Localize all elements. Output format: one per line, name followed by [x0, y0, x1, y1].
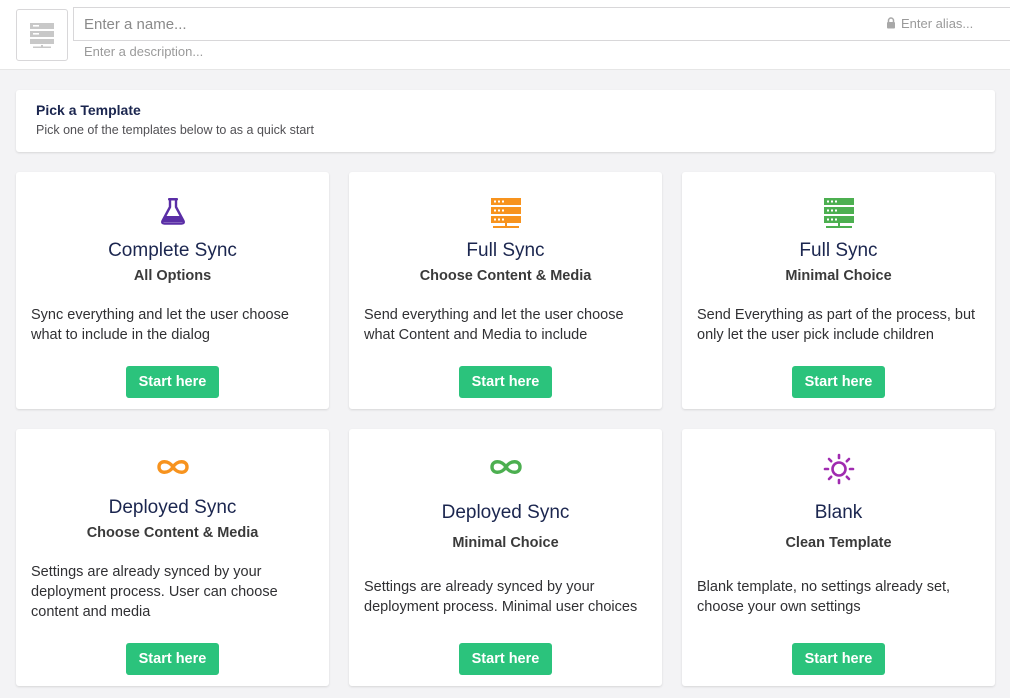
alias-field[interactable]: Enter alias...	[886, 15, 973, 31]
card-title: Full Sync	[799, 240, 878, 261]
card-subtitle: All Options	[133, 268, 212, 284]
card-title: Full Sync	[466, 240, 545, 261]
flask-icon	[160, 198, 185, 225]
panel-subtitle: Pick one of the templates below to as a …	[36, 123, 314, 137]
start-here-button[interactable]: Start here	[792, 366, 885, 398]
lock-icon	[887, 17, 895, 29]
card-subtitle: Clean Template	[785, 535, 892, 551]
start-here-button[interactable]: Start here	[126, 643, 219, 675]
start-here-button[interactable]: Start here	[459, 643, 552, 675]
card-title: Blank	[814, 502, 863, 523]
card-subtitle: Choose Content & Media	[419, 268, 592, 284]
start-here-button[interactable]: Start here	[459, 366, 552, 398]
card-title: Deployed Sync	[108, 497, 237, 518]
infinity-icon	[489, 460, 522, 474]
icon-picker[interactable]	[16, 9, 68, 61]
card-description: Settings are already synced by your depl…	[31, 564, 278, 620]
card-description: Blank template, no settings already set,…	[697, 579, 951, 615]
template-card-deployed-sync-content: Deployed Sync Choose Content & Media Set…	[16, 429, 329, 686]
card-subtitle: Minimal Choice	[785, 268, 892, 284]
alias-placeholder: Enter alias...	[901, 15, 974, 31]
template-card-deployed-sync-minimal: Deployed Sync Minimal Choice Settings ar…	[349, 429, 662, 686]
card-title: Deployed Sync	[441, 502, 570, 523]
template-card-blank: Blank Clean Template Blank template, no …	[682, 429, 995, 686]
panel-title: Pick a Template	[36, 102, 141, 118]
card-description: Send everything and let the user choose …	[364, 307, 624, 343]
server-icon	[823, 198, 854, 228]
sun-icon	[823, 453, 854, 485]
server-icon	[490, 198, 521, 228]
start-here-button[interactable]: Start here	[792, 643, 885, 675]
card-description: Settings are already synced by your depl…	[364, 579, 638, 615]
pick-template-panel: Pick a Template Pick one of the template…	[16, 90, 995, 152]
editor-header: Enter alias...	[0, 0, 1010, 70]
template-card-full-sync-minimal: Full Sync Minimal Choice Send Everything…	[682, 172, 995, 409]
server-icon	[30, 23, 54, 48]
infinity-icon	[156, 460, 189, 474]
template-card-full-sync-content: Full Sync Choose Content & Media Send ev…	[349, 172, 662, 409]
start-here-button[interactable]: Start here	[126, 366, 219, 398]
template-card-complete-sync: Complete Sync All Options Sync everythin…	[16, 172, 329, 409]
card-description: Sync everything and let the user choose …	[31, 307, 289, 343]
card-title: Complete Sync	[108, 240, 237, 261]
card-description: Send Everything as part of the process, …	[697, 307, 976, 343]
name-input[interactable]	[73, 7, 1010, 41]
card-subtitle: Choose Content & Media	[86, 525, 259, 541]
description-input[interactable]	[73, 41, 673, 61]
card-subtitle: Minimal Choice	[452, 535, 559, 551]
